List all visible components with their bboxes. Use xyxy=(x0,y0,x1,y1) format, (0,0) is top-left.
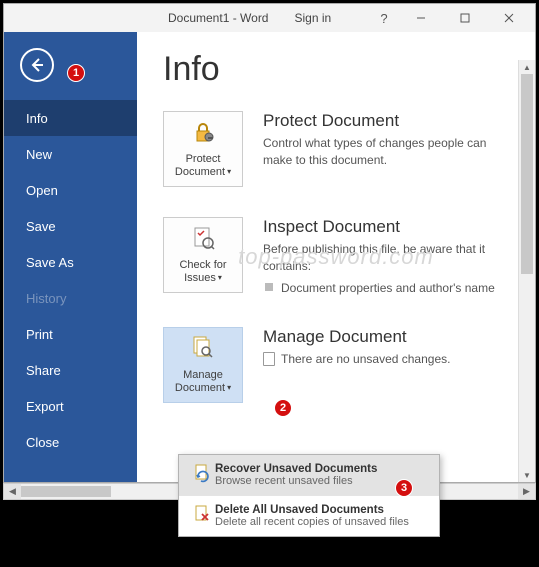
info-page: top-password.com Info Protect Document▾ … xyxy=(137,32,535,482)
check-for-issues-button[interactable]: Check for Issues▾ xyxy=(163,217,243,293)
sidebar-item-label: History xyxy=(26,291,66,306)
document-search-icon xyxy=(190,334,216,364)
sidebar-item-export[interactable]: Export xyxy=(4,388,137,424)
inspect-body: Before publishing this file, be aware th… xyxy=(263,241,513,275)
dropdown-item-sub: Delete all recent copies of unsaved file… xyxy=(215,516,409,528)
protect-document-button[interactable]: Protect Document▾ xyxy=(163,111,243,187)
hscroll-thumb[interactable] xyxy=(21,486,111,497)
signin-link[interactable]: Sign in xyxy=(294,11,331,25)
protect-heading: Protect Document xyxy=(263,111,513,131)
annotation-badge-3: 3 xyxy=(395,479,413,497)
manage-document-button[interactable]: Manage Document▾ xyxy=(163,327,243,403)
sidebar-item-open[interactable]: Open xyxy=(4,172,137,208)
sidebar-item-print[interactable]: Print xyxy=(4,316,137,352)
sidebar-item-label: Share xyxy=(26,363,61,378)
recover-icon xyxy=(189,463,215,487)
sidebar-item-close[interactable]: Close xyxy=(4,424,137,460)
scroll-up-arrow[interactable]: ▲ xyxy=(519,60,535,74)
sidebar-item-label: Info xyxy=(26,111,48,126)
scroll-left-arrow[interactable]: ◀ xyxy=(4,484,21,499)
minimize-button[interactable] xyxy=(399,4,443,32)
close-button[interactable] xyxy=(487,4,531,32)
scroll-right-arrow[interactable]: ▶ xyxy=(518,484,535,499)
inspect-heading: Inspect Document xyxy=(263,217,513,237)
dropdown-item-title: Delete All Unsaved Documents xyxy=(215,504,429,516)
delete-unsaved-item[interactable]: Delete All Unsaved Documents Delete all … xyxy=(179,496,439,536)
sidebar-item-history: History xyxy=(4,280,137,316)
manage-heading: Manage Document xyxy=(263,327,513,347)
sidebar-item-share[interactable]: Share xyxy=(4,352,137,388)
page-title: Info xyxy=(163,50,513,89)
vertical-scrollbar[interactable]: ▲ ▼ xyxy=(518,60,535,482)
help-button[interactable]: ? xyxy=(369,4,399,32)
sidebar-item-label: Print xyxy=(26,327,53,342)
sidebar-item-saveas[interactable]: Save As xyxy=(4,244,137,280)
back-button[interactable] xyxy=(20,48,54,82)
scroll-down-arrow[interactable]: ▼ xyxy=(519,468,535,482)
chevron-down-icon: ▾ xyxy=(227,167,231,177)
dropdown-item-sub: Browse recent unsaved files xyxy=(215,475,353,487)
lock-icon xyxy=(190,119,216,149)
dropdown-item-title: Recover Unsaved Documents xyxy=(215,463,429,475)
delete-icon xyxy=(189,504,215,528)
maximize-button[interactable] xyxy=(443,4,487,32)
manage-body: There are no unsaved changes. xyxy=(263,351,513,368)
sidebar-item-save[interactable]: Save xyxy=(4,208,137,244)
sidebar-item-label: Save xyxy=(26,219,56,234)
scroll-thumb[interactable] xyxy=(521,74,533,274)
sidebar-item-label: Open xyxy=(26,183,58,198)
inspect-section: Check for Issues▾ Inspect Document Befor… xyxy=(163,217,513,297)
checklist-icon xyxy=(190,225,216,255)
annotation-badge-1: 1 xyxy=(67,64,85,82)
sidebar-item-label: New xyxy=(26,147,52,162)
manage-section: Manage Document▾ Manage Document There a… xyxy=(163,327,513,403)
annotation-badge-2: 2 xyxy=(274,399,292,417)
inspect-bullet: Document properties and author's name xyxy=(263,279,513,297)
window-title: Document1 - Word xyxy=(168,11,268,25)
titlebar: Document1 - Word Sign in ? xyxy=(4,4,535,32)
protect-section: Protect Document▾ Protect Document Contr… xyxy=(163,111,513,187)
sidebar-item-label: Export xyxy=(26,399,64,414)
sidebar-item-info[interactable]: Info xyxy=(4,100,137,136)
protect-body: Control what types of changes people can… xyxy=(263,135,513,169)
sidebar-item-label: Close xyxy=(26,435,59,450)
document-icon xyxy=(263,352,275,366)
chevron-down-icon: ▾ xyxy=(227,383,231,393)
sidebar-item-new[interactable]: New xyxy=(4,136,137,172)
backstage-sidebar: Info New Open Save Save As History Print… xyxy=(4,32,137,482)
chevron-down-icon: ▾ xyxy=(218,273,222,283)
sidebar-item-label: Save As xyxy=(26,255,74,270)
